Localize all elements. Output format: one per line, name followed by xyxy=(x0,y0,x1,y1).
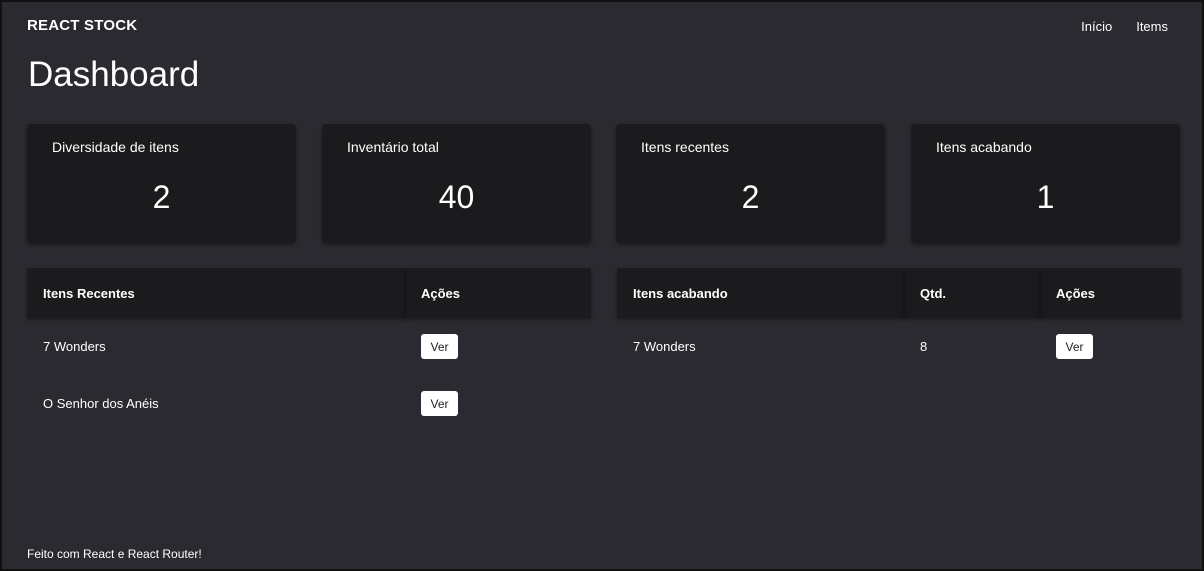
table-header-row: Itens acabando Qtd. Ações xyxy=(617,268,1181,318)
nav-link-inicio[interactable]: Início xyxy=(1081,19,1112,34)
column-header-name: Itens acabando xyxy=(617,268,904,318)
column-header-qty: Qtd. xyxy=(904,268,1040,318)
item-name: 7 Wonders xyxy=(43,339,106,354)
nav-link-items[interactable]: Items xyxy=(1136,19,1168,34)
stat-card-label: Inventário total xyxy=(347,139,439,155)
low-stock-table: Itens acabando Qtd. Ações 7 Wonders 8 Ve… xyxy=(617,268,1181,375)
action-cell: Ver xyxy=(1040,318,1181,375)
stat-card-value: 2 xyxy=(741,179,760,215)
table-header-row: Itens Recentes Ações xyxy=(27,268,591,318)
stat-card-low-stock: Itens acabando 1 xyxy=(911,124,1180,243)
column-header-actions: Ações xyxy=(1040,268,1181,318)
view-button[interactable]: Ver xyxy=(421,391,458,416)
stat-card-value: 2 xyxy=(152,179,171,215)
table-row: 7 Wonders 8 Ver xyxy=(617,318,1181,375)
stat-card-label: Itens acabando xyxy=(936,139,1032,155)
item-name: 7 Wonders xyxy=(633,339,696,354)
table-row: O Senhor dos Anéis Ver xyxy=(27,375,591,432)
view-button[interactable]: Ver xyxy=(421,334,458,359)
table-row: 7 Wonders Ver xyxy=(27,318,591,375)
action-cell: Ver xyxy=(405,375,591,432)
stat-card-inventory: Inventário total 40 xyxy=(322,124,591,243)
stat-card-diversity: Diversidade de itens 2 xyxy=(27,124,296,243)
recent-items-table: Itens Recentes Ações 7 Wonders Ver O Sen… xyxy=(27,268,591,432)
brand-logo[interactable]: REACT STOCK xyxy=(27,17,137,34)
view-button[interactable]: Ver xyxy=(1056,334,1093,359)
column-header-name: Itens Recentes xyxy=(27,268,405,318)
stat-card-value: 40 xyxy=(438,179,475,215)
action-cell: Ver xyxy=(405,318,591,375)
item-qty: 8 xyxy=(920,339,928,354)
page-title: Dashboard xyxy=(28,55,200,94)
stat-card-value: 1 xyxy=(1036,179,1055,215)
item-name: O Senhor dos Anéis xyxy=(43,396,159,411)
stat-card-label: Itens recentes xyxy=(641,139,729,155)
stat-card-label: Diversidade de itens xyxy=(52,139,179,155)
stat-card-recent: Itens recentes 2 xyxy=(616,124,885,243)
column-header-actions: Ações xyxy=(405,268,591,318)
footer-text: Feito com React e React Router! xyxy=(27,547,202,561)
stats-cards: Diversidade de itens 2 Inventário total … xyxy=(27,124,1180,244)
nav-links: Início Items xyxy=(1081,19,1168,34)
top-navbar: REACT STOCK Início Items xyxy=(2,2,1202,54)
